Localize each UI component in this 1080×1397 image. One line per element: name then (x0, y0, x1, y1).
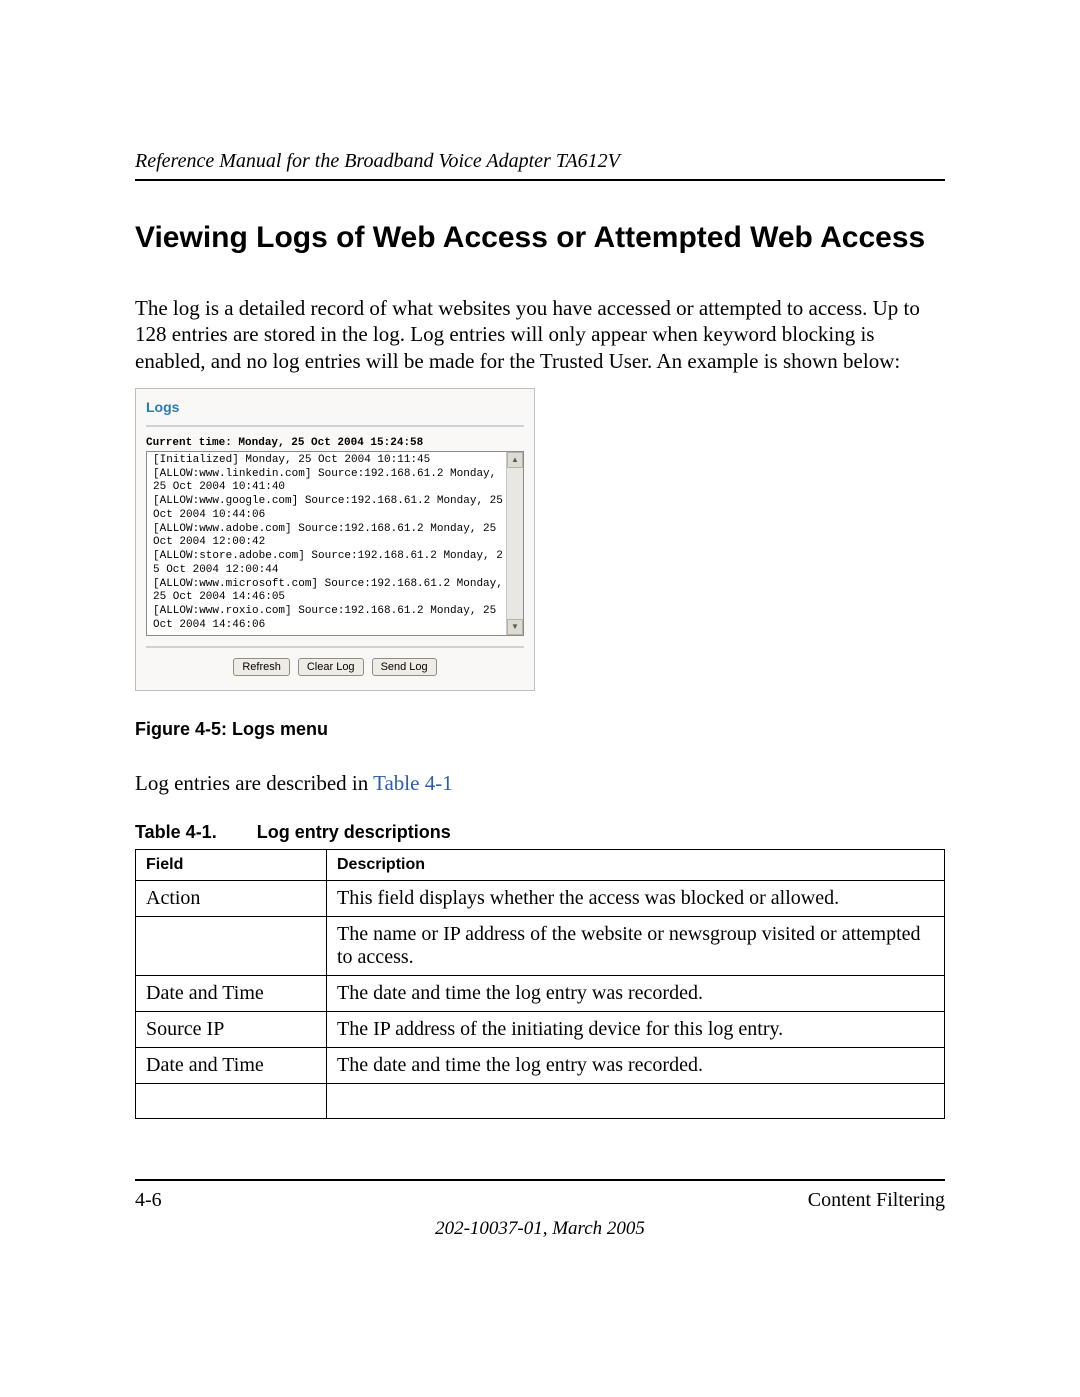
field-cell: Action (136, 880, 327, 916)
log-textarea[interactable]: [Initialized] Monday, 25 Oct 2004 10:11:… (146, 451, 524, 636)
desc-cell: The date and time the log entry was reco… (327, 1047, 945, 1083)
send-log-button[interactable]: Send Log (372, 658, 437, 676)
th-field: Field (136, 849, 327, 880)
page-footer: 4-6 Content Filtering 202-10037-01, Marc… (135, 1179, 945, 1240)
scrollbar[interactable]: ▲ ▼ (506, 452, 523, 635)
figure-caption: Figure 4-5: Logs menu (135, 719, 945, 740)
table-row: Date and Time The date and time the log … (136, 1047, 945, 1083)
intro-paragraph: The log is a detailed record of what web… (135, 295, 945, 374)
field-cell: Source IP (136, 1011, 327, 1047)
th-description: Description (327, 849, 945, 880)
divider (146, 646, 524, 648)
table-row (136, 1083, 945, 1118)
table-row: Source IP The IP address of the initiati… (136, 1011, 945, 1047)
table-row: The name or IP address of the website or… (136, 916, 945, 975)
scroll-up-icon[interactable]: ▲ (507, 452, 523, 468)
table-caption: Table 4-1. Log entry descriptions (135, 822, 945, 843)
field-cell: Date and Time (136, 975, 327, 1011)
section-heading: Viewing Logs of Web Access or Attempted … (135, 221, 945, 255)
table-reference-paragraph: Log entries are described in Table 4-1 (135, 770, 945, 796)
clear-log-button[interactable]: Clear Log (298, 658, 364, 676)
scroll-down-icon[interactable]: ▼ (507, 619, 523, 635)
desc-cell: The IP address of the initiating device … (327, 1011, 945, 1047)
desc-cell (327, 1083, 945, 1118)
field-cell: Date and Time (136, 1047, 327, 1083)
refresh-button[interactable]: Refresh (233, 658, 290, 676)
table-row: Action This field displays whether the a… (136, 880, 945, 916)
table-caption-number: Table 4-1. (135, 822, 217, 842)
table-ref-link[interactable]: Table 4-1 (373, 771, 453, 795)
logs-panel-title: Logs (146, 399, 524, 415)
footer-document-id: 202-10037-01, March 2005 (135, 1218, 945, 1240)
log-fields-table: Field Description Action This field disp… (135, 849, 945, 1119)
field-cell (136, 916, 327, 975)
table-caption-title: Log entry descriptions (257, 822, 451, 842)
table-ref-prefix: Log entries are described in (135, 771, 373, 795)
logs-screenshot: Logs Current time: Monday, 25 Oct 2004 1… (135, 388, 535, 691)
field-cell (136, 1083, 327, 1118)
current-time-label: Current time: Monday, 25 Oct 2004 15:24:… (146, 437, 524, 449)
log-content: [Initialized] Monday, 25 Oct 2004 10:11:… (153, 454, 521, 633)
footer-page-number: 4-6 (135, 1189, 162, 1212)
running-header: Reference Manual for the Broadband Voice… (135, 150, 945, 181)
desc-cell: The name or IP address of the website or… (327, 916, 945, 975)
table-row: Date and Time The date and time the log … (136, 975, 945, 1011)
footer-section-name: Content Filtering (808, 1189, 945, 1212)
desc-cell: The date and time the log entry was reco… (327, 975, 945, 1011)
desc-cell: This field displays whether the access w… (327, 880, 945, 916)
log-button-row: Refresh Clear Log Send Log (146, 658, 524, 676)
divider (146, 425, 524, 427)
